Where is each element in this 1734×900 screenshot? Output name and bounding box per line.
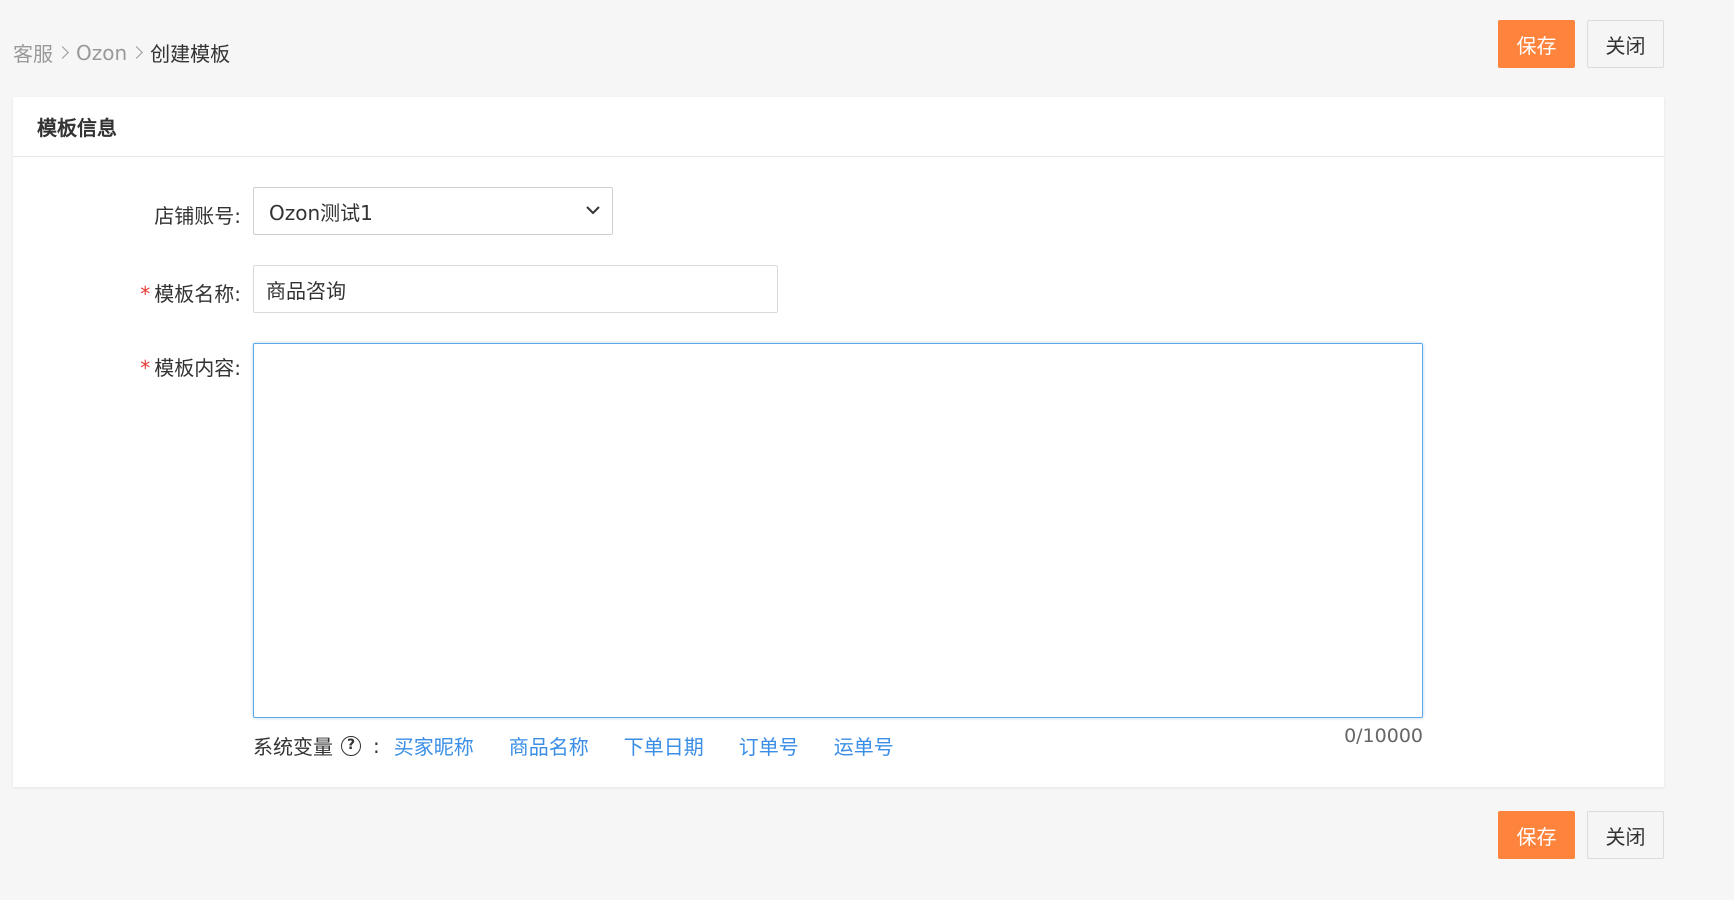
variable-product-name[interactable]: 商品名称: [509, 731, 589, 760]
variable-order-date[interactable]: 下单日期: [624, 731, 704, 760]
breadcrumb-item-customer-service[interactable]: 客服: [13, 38, 53, 67]
breadcrumb-item-ozon[interactable]: Ozon: [76, 41, 127, 65]
store-account-select[interactable]: Ozon测试1: [253, 187, 613, 235]
variable-order-number[interactable]: 订单号: [739, 731, 799, 760]
variable-tracking-number[interactable]: 运单号: [834, 731, 894, 760]
required-mark: *: [140, 356, 151, 380]
required-mark: *: [140, 282, 151, 306]
chevron-right-icon: [56, 46, 69, 59]
system-variables-label: 系统变量: [253, 735, 333, 759]
system-variables: 系统变量 ? : 买家昵称 商品名称 下单日期 订单号 运单号: [253, 731, 929, 760]
variable-buyer-nickname[interactable]: 买家昵称: [394, 731, 474, 760]
close-button-bottom[interactable]: 关闭: [1587, 811, 1664, 859]
close-button-top[interactable]: 关闭: [1587, 20, 1664, 68]
template-name-label: * 模板名称:: [140, 282, 241, 306]
store-account-label: 店铺账号:: [154, 204, 241, 228]
chevron-right-icon: [130, 46, 144, 59]
help-icon[interactable]: ?: [341, 735, 361, 756]
char-counter: 0/10000: [1344, 725, 1423, 747]
chevron-down-icon: [586, 206, 600, 215]
save-button-top[interactable]: 保存: [1498, 20, 1575, 68]
breadcrumb-item-current: 创建模板: [150, 42, 231, 66]
card-title: 模板信息: [13, 97, 1664, 157]
template-content-textarea[interactable]: [253, 343, 1423, 718]
breadcrumb: 客服 Ozon 创建模板: [13, 38, 230, 67]
variables-colon: :: [373, 733, 380, 758]
store-account-value: Ozon测试1: [269, 200, 373, 225]
save-button-bottom[interactable]: 保存: [1498, 811, 1575, 859]
template-info-card: 模板信息 店铺账号: Ozon测试1 *模板名称: *模板内容: 0/10000…: [13, 97, 1664, 787]
template-name-input[interactable]: [253, 265, 778, 313]
template-content-label: * 模板内容:: [140, 356, 241, 380]
top-bar: 客服 Ozon 创建模板 保存 关闭: [0, 0, 1734, 96]
